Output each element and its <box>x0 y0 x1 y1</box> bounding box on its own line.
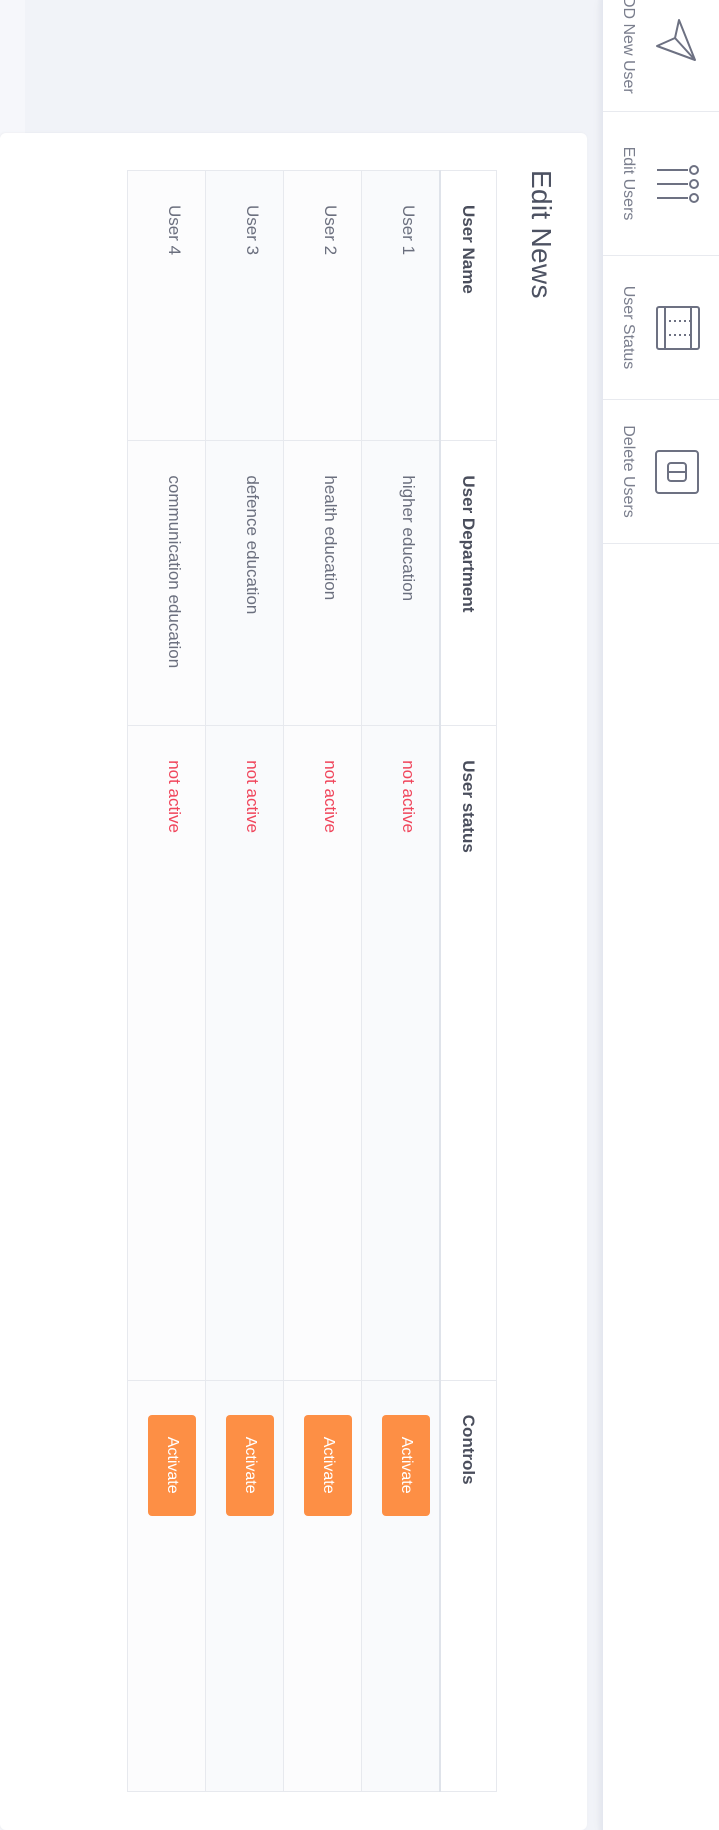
header-user-department: User Department <box>440 440 497 726</box>
activate-button[interactable]: Activate <box>382 1414 430 1516</box>
nav-add-user[interactable]: ADD New User <box>603 0 719 112</box>
nav-delete-users[interactable]: Delete Users <box>603 400 719 544</box>
cell-user-status: not active <box>205 725 284 1381</box>
cell-controls: Activate <box>127 1380 206 1792</box>
server-icon <box>656 305 700 350</box>
table-header-row: User Name User Department User status Co… <box>440 170 497 1792</box>
cell-user-department: defence education <box>205 440 284 726</box>
table-row: User 2 health education not active Activ… <box>283 170 362 1792</box>
cell-user-status: not active <box>127 725 206 1381</box>
header-controls: Controls <box>440 1380 497 1792</box>
nav-user-status[interactable]: User Status <box>603 256 719 400</box>
cell-user-department: higher education <box>361 440 440 726</box>
cell-controls: Activate <box>205 1380 284 1792</box>
activate-button[interactable]: Activate <box>148 1414 196 1516</box>
cell-user-department: health education <box>283 440 362 726</box>
cell-user-status: not active <box>361 725 440 1381</box>
nav-edit-users[interactable]: Edit Users <box>603 112 719 256</box>
cell-user-name: User 3 <box>205 170 284 441</box>
table-row: User 3 defence education not active Acti… <box>205 170 284 1792</box>
header-user-status: User status <box>440 725 497 1381</box>
top-nav-bar: ADD New User Edit Users User Status Dele… <box>602 0 719 1830</box>
users-table: User Name User Department User status Co… <box>127 170 497 1792</box>
cell-user-status: not active <box>283 725 362 1381</box>
sliders-icon <box>657 164 699 203</box>
cell-user-name: User 2 <box>283 170 362 441</box>
activate-button[interactable]: Activate <box>304 1414 352 1516</box>
edit-news-card: Edit News User Name User Department User… <box>0 133 587 1830</box>
nav-label-add-user: ADD New User <box>620 0 637 94</box>
app-stage: ADD New User Edit Users User Status Dele… <box>0 0 719 1830</box>
table-row: User 1 higher education not active Activ… <box>361 170 440 1792</box>
cell-user-department: communication education <box>127 440 206 726</box>
header-user-name: User Name <box>440 170 497 441</box>
send-icon <box>656 18 696 61</box>
card-title: Edit News <box>526 170 557 299</box>
cell-controls: Activate <box>283 1380 362 1792</box>
activate-button[interactable]: Activate <box>226 1414 274 1516</box>
cell-user-name: User 4 <box>127 170 206 441</box>
delete-icon <box>655 449 699 494</box>
cell-user-name: User 1 <box>361 170 440 441</box>
nav-label-delete-users: Delete Users <box>620 425 637 518</box>
nav-label-user-status: User Status <box>620 285 637 370</box>
table-row: User 4 communication education not activ… <box>127 170 206 1792</box>
nav-label-edit-users: Edit Users <box>620 146 637 221</box>
cell-controls: Activate <box>361 1380 440 1792</box>
